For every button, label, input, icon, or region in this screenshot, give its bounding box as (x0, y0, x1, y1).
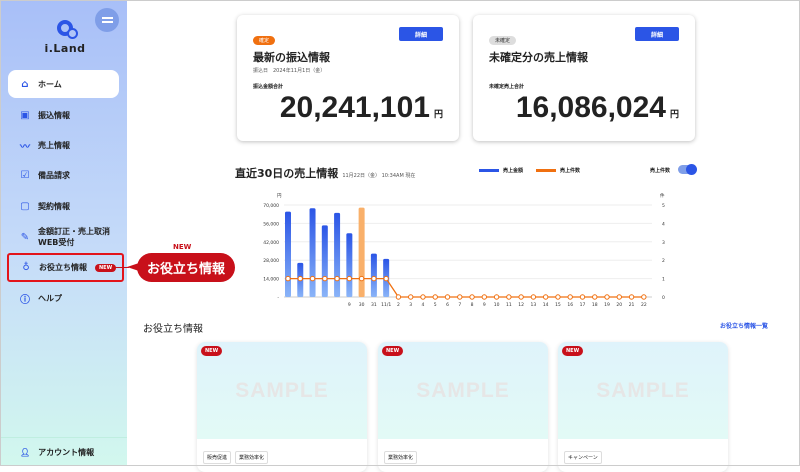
bar (334, 212, 341, 297)
count-point (628, 294, 635, 300)
x-tick-label: 9 (348, 302, 351, 308)
bar (346, 233, 353, 297)
tag-list: キャンペーン (558, 439, 728, 464)
count-point (285, 275, 291, 282)
count-point (297, 275, 303, 282)
left-axis-unit: 円 (277, 193, 282, 199)
section-title: お役立ち情報 (143, 324, 203, 335)
count-point (432, 294, 438, 300)
right-axis-unit: 件 (660, 192, 665, 199)
tag-list: 業務効率化 (378, 439, 548, 464)
count-point (579, 294, 586, 300)
new-badge: NEW (562, 346, 584, 356)
x-tick-label: 17 (580, 302, 586, 308)
x-tick-label: 14 (543, 302, 549, 308)
count-point (346, 275, 353, 282)
sample-image: SAMPLE (378, 342, 548, 439)
count-point (616, 294, 622, 300)
count-point (530, 294, 537, 300)
count-point (555, 294, 561, 300)
x-tick-label: 2 (397, 302, 400, 308)
left-tick-label: 70,000 (263, 203, 279, 209)
tag: 業務効率化 (235, 451, 269, 464)
sample-image: SAMPLE (558, 342, 728, 439)
x-tick-label: 4 (422, 302, 425, 308)
user-icon: 👤︎ (20, 447, 31, 457)
sales-chart: -14,00028,00042,00056,00070,000012345円 件9… (263, 192, 665, 308)
count-point (493, 294, 500, 300)
info-card[interactable]: SAMPLE NEW 販売促進 業務効率化 (197, 342, 367, 472)
count-point (334, 275, 340, 282)
right-tick-label: 5 (662, 203, 665, 209)
tag: キャンペーン (564, 451, 602, 464)
count-point (420, 294, 426, 300)
x-tick-label: 6 (446, 302, 449, 308)
x-tick-label: 18 (592, 302, 598, 308)
count-point (395, 294, 402, 300)
left-tick-label: 56,000 (263, 221, 279, 227)
x-tick-label: 3 (409, 302, 412, 308)
x-tick-label: 16 (567, 302, 573, 308)
x-tick-label: 19 (604, 302, 610, 308)
x-tick-label: 5 (434, 302, 437, 308)
count-point (457, 294, 463, 300)
x-tick-label: 31 (371, 302, 377, 308)
x-tick-label: 21 (629, 302, 635, 308)
count-point (542, 294, 549, 300)
right-tick-label: 3 (662, 240, 665, 246)
tag: 業務効率化 (384, 451, 418, 464)
left-tick-label: 14,000 (263, 277, 279, 283)
tag: 販売促進 (203, 451, 232, 464)
count-point (358, 275, 365, 282)
left-tick-label: - (277, 296, 279, 301)
left-tick-label: 42,000 (263, 240, 279, 246)
account-info-link[interactable]: 👤︎ アカウント情報 (0, 437, 127, 466)
bar (285, 211, 291, 297)
count-point (383, 275, 389, 282)
new-badge: NEW (382, 346, 404, 356)
x-tick-label: 13 (531, 302, 537, 308)
x-tick-label: 12 (518, 302, 524, 308)
count-point (309, 275, 316, 282)
count-point (604, 294, 610, 300)
x-tick-label: 9 (483, 302, 486, 308)
count-point (322, 275, 328, 282)
x-tick-label: 15 (555, 302, 561, 308)
x-tick-label: 30 (359, 302, 365, 308)
x-tick-label: 20 (616, 302, 622, 308)
left-tick-label: 28,000 (263, 258, 279, 264)
info-card[interactable]: SAMPLE NEW キャンペーン (558, 342, 728, 472)
count-point (518, 294, 524, 300)
right-tick-label: 1 (662, 277, 665, 283)
right-tick-label: 0 (662, 295, 665, 301)
count-point (371, 275, 377, 282)
x-tick-label: 11/1 (381, 302, 391, 308)
count-point (506, 294, 512, 300)
info-card[interactable]: SAMPLE NEW 業務効率化 (378, 342, 548, 472)
x-tick-label: 10 (494, 302, 500, 308)
x-tick-label: 8 (471, 302, 474, 308)
x-tick-label: 22 (641, 302, 647, 308)
sample-image: SAMPLE (197, 342, 367, 439)
right-tick-label: 4 (662, 221, 665, 227)
count-point (641, 294, 647, 300)
count-point (408, 294, 414, 300)
bar (321, 225, 328, 297)
tag-list: 販売促進 業務効率化 (197, 439, 367, 464)
bar (309, 208, 316, 297)
count-point (567, 294, 573, 300)
count-point (469, 294, 475, 300)
count-point (481, 294, 488, 300)
x-tick-label: 11 (506, 302, 512, 308)
right-tick-label: 2 (662, 258, 665, 264)
x-tick-label: 7 (458, 302, 461, 308)
count-point (444, 294, 451, 300)
tips-list-link[interactable]: お役立ち情報一覧 (720, 321, 768, 330)
count-point (592, 294, 598, 300)
bar (370, 253, 377, 297)
bar (358, 207, 365, 297)
count-line (288, 277, 644, 298)
account-label: アカウント情報 (38, 447, 95, 457)
new-badge: NEW (201, 346, 223, 356)
